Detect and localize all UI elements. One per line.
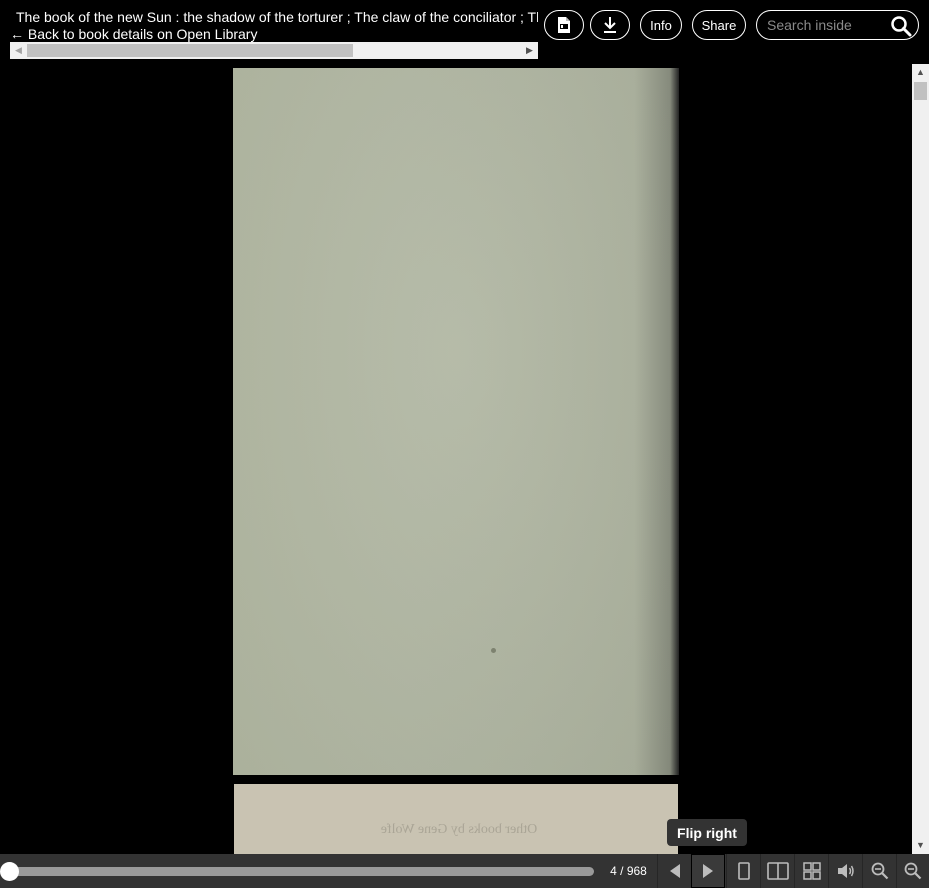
thumbnail-view-icon: [802, 862, 821, 880]
read-aloud-icon: [837, 864, 854, 878]
zoom-in-button[interactable]: [896, 854, 929, 888]
page-texture: [233, 68, 679, 775]
book-reader: The book of the new Sun : the shadow of …: [0, 0, 929, 888]
flip-right-icon: [703, 864, 713, 878]
pdf-icon: [558, 17, 570, 33]
book-page-next[interactable]: Other books by Gene Wolfe: [234, 784, 678, 854]
book-page-current[interactable]: [233, 68, 679, 775]
flip-right-tooltip: Flip right: [667, 819, 747, 846]
zoom-out-button[interactable]: [862, 854, 896, 888]
share-button[interactable]: Share: [692, 10, 746, 40]
back-to-book-details-link[interactable]: ← Back to book details on Open Library: [10, 26, 538, 43]
search-icon[interactable]: [890, 15, 912, 37]
next-page-text: Other books by Gene Wolfe: [380, 822, 538, 837]
viewport-vertical-scrollbar[interactable]: ▲ ▼: [912, 64, 929, 854]
scroll-down-arrow-icon[interactable]: ▼: [912, 837, 929, 854]
thumbnail-view-button[interactable]: [794, 854, 828, 888]
search-inside-box: [756, 10, 919, 40]
scroll-right-arrow-icon[interactable]: ▶: [521, 42, 538, 59]
page-slider-track[interactable]: [8, 867, 594, 876]
zoom-in-icon: [904, 862, 922, 880]
scroll-left-arrow-icon[interactable]: ◀: [10, 42, 27, 59]
info-button[interactable]: Info: [640, 10, 682, 40]
read-aloud-button[interactable]: [828, 854, 862, 888]
page-indicator: 4 / 968: [610, 864, 647, 878]
page-slider-handle[interactable]: [0, 862, 20, 881]
one-page-view-icon: [737, 862, 750, 880]
title-area: The book of the new Sun : the shadow of …: [10, 8, 538, 43]
download-button[interactable]: [590, 10, 630, 40]
flip-left-icon: [669, 864, 680, 878]
navigation-bar: 4 / 968: [0, 854, 929, 888]
two-page-view-icon: [766, 862, 789, 880]
flip-left-button[interactable]: [657, 854, 691, 888]
book-title: The book of the new Sun : the shadow of …: [16, 9, 538, 25]
search-inside-input[interactable]: [767, 16, 887, 34]
page-blemish: [491, 648, 496, 653]
one-page-view-button[interactable]: [726, 854, 760, 888]
book-viewport[interactable]: Other books by Gene Wolfe: [0, 64, 912, 854]
flip-right-button[interactable]: [691, 854, 725, 888]
download-icon: [604, 17, 616, 33]
pdf-button[interactable]: [544, 10, 584, 40]
two-page-view-button[interactable]: [760, 854, 794, 888]
scroll-up-arrow-icon[interactable]: ▲: [912, 64, 929, 81]
zoom-out-icon: [871, 862, 888, 880]
title-horizontal-scrollbar[interactable]: ◀ ▶: [10, 42, 538, 59]
scrollbar-thumb[interactable]: [27, 44, 353, 57]
vertical-scrollbar-thumb[interactable]: [914, 82, 927, 100]
